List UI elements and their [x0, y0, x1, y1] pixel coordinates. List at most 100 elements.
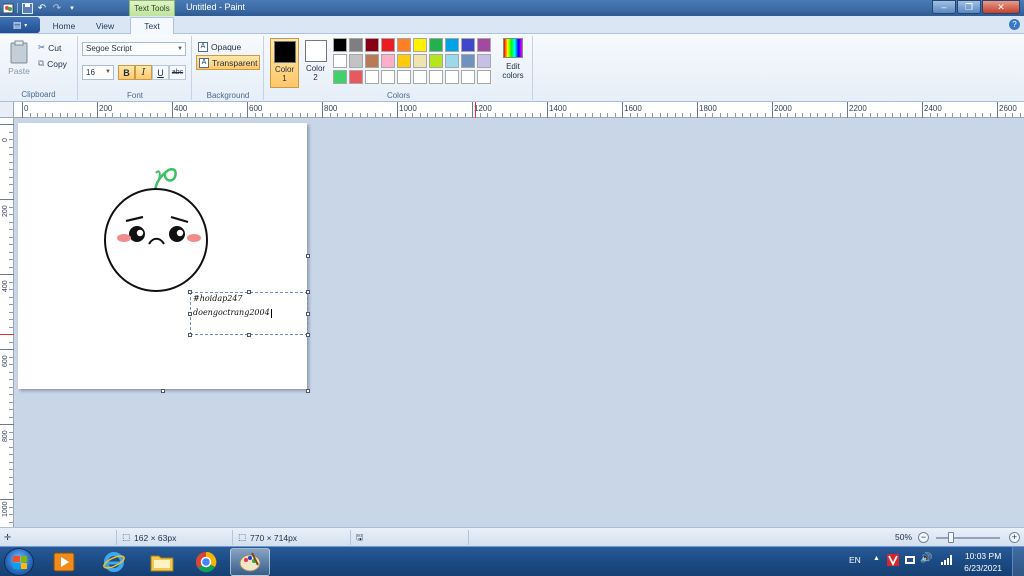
ruler-minor-tick	[644, 113, 646, 117]
restore-button[interactable]: ❐	[957, 0, 981, 14]
textbox-handle[interactable]	[306, 312, 310, 316]
paste-button[interactable]: Paste	[6, 40, 32, 76]
save-icon[interactable]	[21, 2, 33, 14]
taskbar-internet-explorer[interactable]	[94, 548, 134, 576]
taskbar-media-player[interactable]	[44, 548, 84, 576]
ruler-minor-tick	[9, 394, 13, 395]
transparent-option[interactable]: A Transparent	[196, 55, 260, 70]
ruler-tick	[0, 499, 14, 500]
ruler-label: 0	[24, 104, 29, 113]
show-hidden-icons[interactable]: ▲	[873, 555, 880, 562]
ruler-tick	[97, 102, 98, 118]
ruler-minor-tick	[9, 139, 13, 140]
strikethrough-button[interactable]: abc	[169, 65, 186, 80]
ruler-minor-tick	[9, 304, 13, 305]
tray-v-icon[interactable]	[887, 554, 899, 568]
ruler-minor-tick	[44, 113, 46, 117]
ruler-minor-tick	[794, 113, 796, 117]
ruler-minor-tick	[464, 113, 466, 117]
close-button[interactable]: ✕	[982, 0, 1020, 14]
ruler-minor-tick	[194, 113, 196, 117]
ruler-minor-tick	[344, 113, 346, 117]
textbox-handle[interactable]	[306, 333, 310, 337]
ruler-minor-tick	[974, 113, 976, 117]
ruler-tick	[547, 102, 548, 118]
textbox-handle[interactable]	[247, 290, 251, 294]
system-clock[interactable]: 10:03 PM 6/23/2021	[964, 550, 1002, 574]
taskbar-paint[interactable]	[230, 548, 270, 576]
ruler-minor-tick	[9, 146, 13, 148]
underline-button[interactable]: U	[152, 65, 169, 80]
show-desktop-button[interactable]	[1012, 547, 1024, 576]
tab-home[interactable]: Home	[44, 17, 84, 34]
ruler-minor-tick	[232, 113, 233, 117]
textbox-handle[interactable]	[306, 290, 310, 294]
redo-icon[interactable]: ↷	[51, 2, 63, 14]
ruler-minor-tick	[674, 113, 676, 117]
textbox-handle[interactable]	[188, 333, 192, 337]
tab-text[interactable]: Text	[130, 17, 174, 34]
zoom-level: 50%	[895, 532, 913, 542]
zoom-slider-thumb[interactable]	[948, 532, 954, 543]
ruler-minor-tick	[914, 113, 916, 117]
ruler-minor-tick	[149, 113, 151, 117]
tray-device-icon[interactable]	[904, 554, 916, 568]
canvas-resize-handle-right[interactable]	[306, 254, 310, 258]
ruler-minor-tick	[262, 113, 263, 117]
ruler-minor-tick	[1019, 113, 1021, 117]
zoom-out-button[interactable]: −	[918, 532, 929, 543]
textbox-handle[interactable]	[188, 312, 192, 316]
ruler-minor-tick	[104, 113, 106, 117]
textbox-handle[interactable]	[247, 333, 251, 337]
ruler-minor-tick	[584, 113, 586, 117]
help-icon[interactable]: ?	[1009, 19, 1020, 30]
canvas-resize-handle-bottom[interactable]	[161, 389, 165, 393]
drawing-canvas[interactable]	[18, 123, 307, 389]
ruler-minor-tick	[9, 439, 13, 440]
ruler-minor-tick	[779, 113, 781, 117]
language-indicator[interactable]: EN	[849, 555, 861, 565]
undo-icon[interactable]: ↶	[36, 2, 48, 14]
paint-app-icon[interactable]	[2, 2, 14, 14]
ruler-label: 1000	[399, 104, 417, 113]
ruler-minor-tick	[179, 113, 181, 117]
ruler-minor-tick	[487, 113, 488, 117]
ruler-minor-tick	[719, 113, 721, 117]
ruler-minor-tick	[967, 113, 968, 117]
start-button[interactable]	[4, 548, 34, 576]
canvas-resize-handle-corner[interactable]	[306, 389, 310, 393]
ruler-label: 600	[2, 355, 9, 367]
ruler-minor-tick	[314, 113, 316, 117]
taskbar-chrome[interactable]	[186, 548, 226, 576]
ruler-minor-tick	[9, 176, 13, 178]
paint-menu-button[interactable]: ▤ ▾	[0, 17, 40, 33]
ruler-minor-tick	[9, 289, 13, 290]
font-family-select[interactable]: Segoe Script ▼	[82, 42, 186, 56]
opaque-option[interactable]: A Opaque	[196, 39, 260, 54]
disk-icon: 🖫	[356, 532, 364, 542]
ruler-cursor-marker	[0, 334, 14, 335]
scissors-icon: ✂	[38, 42, 46, 52]
volume-icon[interactable]: 🔊	[920, 553, 932, 564]
ruler-minor-tick	[569, 113, 571, 117]
ruler-minor-tick	[704, 113, 706, 117]
transparent-icon: A	[199, 57, 209, 68]
cut-button[interactable]: ✂ Cut	[38, 42, 61, 53]
ruler-minor-tick	[9, 506, 13, 508]
bold-button[interactable]: B	[118, 65, 135, 80]
copy-button[interactable]: ⧉ Copy	[38, 58, 67, 69]
ruler-minor-tick	[742, 113, 743, 117]
ruler-minor-tick	[224, 113, 226, 117]
font-size-select[interactable]: 16 ▼	[82, 65, 114, 80]
minimize-button[interactable]: –	[932, 0, 956, 14]
customize-qat-icon[interactable]: ▾	[66, 2, 78, 14]
text-line-1: #hoidap247	[193, 294, 243, 303]
taskbar-file-explorer[interactable]	[142, 548, 182, 576]
italic-button[interactable]: I	[135, 65, 152, 80]
zoom-in-button[interactable]: +	[1009, 532, 1020, 543]
tab-view[interactable]: View	[86, 17, 124, 34]
ruler-minor-tick	[554, 113, 556, 117]
textbox-handle[interactable]	[188, 290, 192, 294]
zoom-slider-track[interactable]	[936, 537, 1000, 539]
network-signal-icon[interactable]	[941, 555, 953, 567]
